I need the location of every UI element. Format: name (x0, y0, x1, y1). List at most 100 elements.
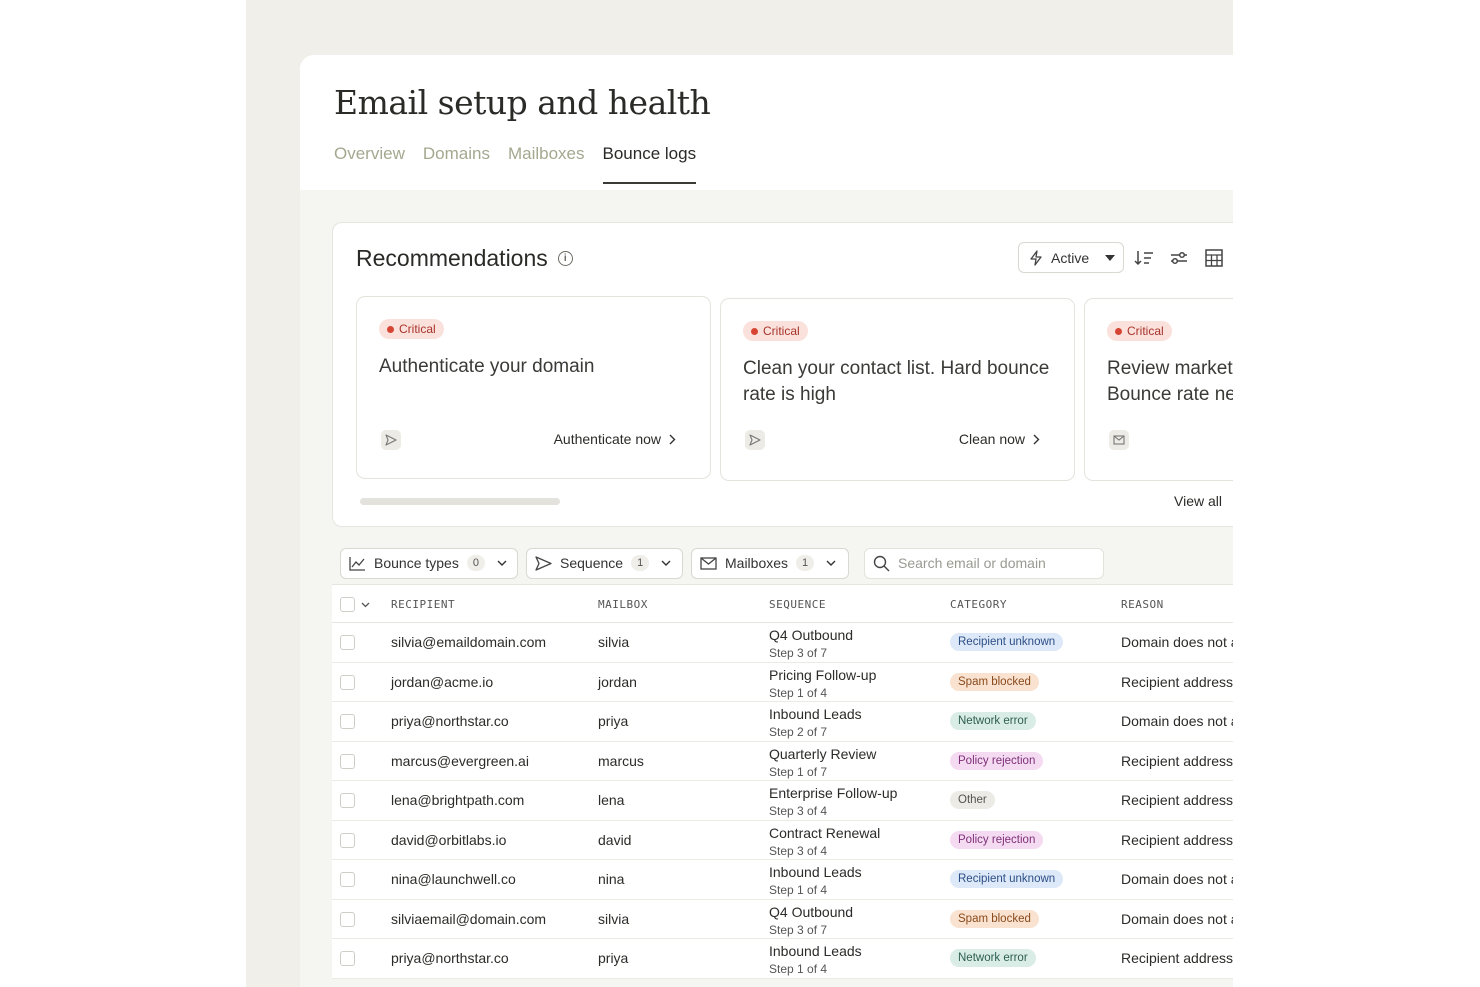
sequence-name[interactable]: Inbound Leads (769, 943, 862, 959)
chevron-down-icon[interactable] (361, 602, 370, 608)
tab-domains[interactable]: Domains (423, 144, 490, 184)
card-title: Review market Bounce rate ne (1107, 358, 1233, 405)
reason-cell: Domain does not a (1121, 634, 1233, 650)
chevron-down-icon (497, 560, 507, 566)
category-badge: Other (950, 791, 995, 809)
recommendation-card[interactable]: Critical Clean your contact list. Hard b… (720, 298, 1075, 481)
header-sequence[interactable]: SEQUENCE (769, 598, 826, 611)
reason-cell: Recipient address (1121, 673, 1233, 690)
send-icon (745, 430, 765, 450)
critical-badge: Critical (379, 319, 444, 339)
table-view-icon[interactable] (1204, 248, 1224, 268)
table-body: silvia@emaildomain.com silvia Q4 Outbound S… (332, 623, 1233, 979)
sequence-name[interactable]: Q4 Outbound (769, 627, 853, 643)
sequence-name[interactable]: Q4 Outbound (769, 904, 853, 920)
reason-cell: Recipient address (1121, 752, 1233, 769)
table-row[interactable]: jordan@acme.io jordan Pricing Follow-up Ste… (332, 663, 1233, 702)
reason-cell: Recipient address (1121, 792, 1233, 808)
table-row[interactable]: marcus@evergreen.ai marcus Quarterly Revie… (332, 742, 1233, 781)
mailbox-cell: marcus (598, 752, 644, 769)
table-row[interactable]: lena@brightpath.com lena Enterprise Follow… (332, 781, 1233, 821)
row-checkbox[interactable] (340, 951, 355, 966)
select-all-checkbox[interactable] (340, 597, 355, 612)
row-checkbox[interactable] (340, 674, 355, 690)
status-filter-dropdown[interactable]: Active (1018, 242, 1124, 273)
app-background: Email setup and health Overview Domains … (246, 0, 1233, 987)
sequence-filter[interactable]: Sequence 1 (526, 547, 683, 579)
recipient-cell: nina@launchwell.co (391, 871, 516, 887)
tab-bounce-logs[interactable]: Bounce logs (602, 144, 697, 184)
lightning-icon (1030, 249, 1042, 266)
table-row[interactable]: silviaemail@domain.com silvia Q4 Outbound S… (332, 900, 1233, 939)
table-row[interactable]: nina@launchwell.co nina Inbound Leads Step … (332, 860, 1233, 900)
recipient-cell: jordan@acme.io (391, 673, 494, 690)
sequence-count: 1 (631, 555, 650, 571)
sequence-name[interactable]: Inbound Leads (769, 706, 862, 722)
chevron-right-icon (669, 434, 676, 444)
bounce-types-filter[interactable]: Bounce types 0 (340, 547, 518, 579)
table-row[interactable]: priya@northstar.co priya Inbound Leads Step… (332, 939, 1233, 979)
mail-icon (1109, 430, 1129, 450)
tab-overview[interactable]: Overview (334, 144, 405, 184)
reason-cell: Domain does not a (1121, 871, 1233, 887)
chevron-right-icon (1033, 434, 1040, 444)
search-box[interactable]: Search email or domain (864, 547, 1104, 579)
category-badge: Policy rejection (950, 751, 1044, 770)
row-checkbox[interactable] (340, 635, 355, 650)
mailboxes-count: 1 (796, 555, 815, 571)
recipient-cell: silviaemail@domain.com (391, 910, 547, 927)
header-mailbox[interactable]: MAILBOX (598, 598, 648, 611)
chevron-down-icon (661, 560, 671, 566)
reason-cell: Recipient address (1121, 831, 1233, 848)
recommendation-card[interactable]: Critical Authenticate your domain Authen… (356, 296, 711, 479)
reason-cell: Recipient address (1121, 950, 1233, 966)
header-recipient[interactable]: RECIPIENT (391, 598, 455, 611)
mailbox-cell: priya (598, 713, 629, 729)
table-row[interactable]: priya@northstar.co priya Inbound Leads Step… (332, 702, 1233, 742)
row-checkbox[interactable] (340, 911, 355, 927)
page-title: Email setup and health (334, 83, 711, 122)
sequence-step: Step 1 of 7 (769, 764, 828, 779)
search-input[interactable]: Search email or domain (898, 555, 1046, 571)
sort-icon[interactable] (1134, 248, 1154, 268)
table-row[interactable]: silvia@emaildomain.com silvia Q4 Outbound S… (332, 623, 1233, 663)
row-checkbox[interactable] (340, 872, 355, 887)
sequence-name[interactable]: Quarterly Review (769, 746, 876, 762)
view-all-link[interactable]: View all (1174, 493, 1222, 509)
adjust-icon[interactable] (1169, 248, 1189, 268)
sequence-step: Step 2 of 7 (769, 725, 828, 739)
row-checkbox[interactable] (340, 753, 355, 769)
table-row[interactable]: david@orbitlabs.io david Contract Renewal S… (332, 821, 1233, 860)
tab-mailboxes[interactable]: Mailboxes (508, 144, 585, 184)
header-reason[interactable]: REASON (1121, 598, 1164, 611)
row-checkbox[interactable] (340, 714, 355, 729)
page-header: Email setup and health Overview Domains … (300, 55, 1233, 190)
mailbox-cell: nina (598, 871, 625, 887)
recipient-cell: silvia@emaildomain.com (391, 634, 547, 650)
info-icon[interactable]: i (557, 251, 573, 266)
cards-scrollbar[interactable] (360, 498, 560, 505)
tab-bar: Overview Domains Mailboxes Bounce logs (334, 144, 1233, 184)
mailboxes-filter[interactable]: Mailboxes 1 (691, 547, 849, 579)
row-checkbox[interactable] (340, 793, 355, 808)
sequence-name[interactable]: Enterprise Follow-up (769, 785, 897, 801)
sequence-step: Step 3 of 4 (769, 804, 828, 818)
category-badge: Network error (950, 949, 1036, 967)
recommendation-card[interactable]: Critical Review market Bounce rate ne (1084, 298, 1233, 481)
send-icon (381, 430, 401, 450)
header-category[interactable]: CATEGORY (950, 598, 1007, 611)
clean-now-button[interactable]: Clean now (959, 431, 1040, 447)
sequence-name[interactable]: Pricing Follow-up (769, 667, 876, 683)
category-badge: Recipient unknown (950, 870, 1064, 888)
critical-badge: Critical (743, 321, 808, 341)
bounce-types-count: 0 (466, 555, 485, 571)
authenticate-now-button[interactable]: Authenticate now (554, 431, 676, 447)
category-badge: Spam blocked (950, 909, 1039, 928)
mailbox-cell: silvia (598, 910, 630, 927)
mailbox-cell: priya (598, 950, 629, 966)
sequence-name[interactable]: Inbound Leads (769, 864, 862, 880)
sequence-name[interactable]: Contract Renewal (769, 825, 880, 841)
row-checkbox[interactable] (340, 832, 355, 848)
recommendation-cards: Critical Authenticate your domain Authen… (356, 296, 1233, 481)
category-badge: Network error (950, 712, 1036, 730)
